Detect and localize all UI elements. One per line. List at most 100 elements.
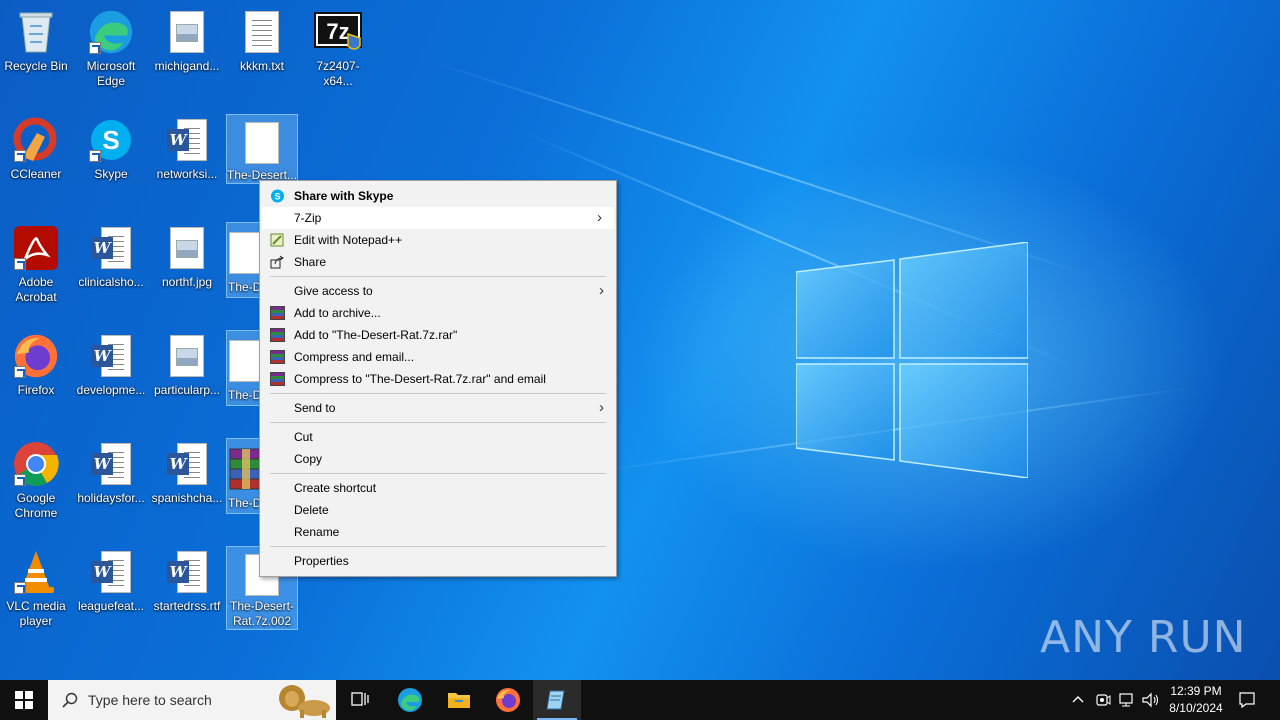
chevron-right-icon: ›	[597, 209, 602, 226]
desktop-icon-label: clinicalsho...	[78, 275, 144, 289]
menu-add-to-rar[interactable]: Add to "The-Desert-Rat.7z.rar"	[260, 324, 616, 346]
menu-label: Add to "The-Desert-Rat.7z.rar"	[294, 328, 458, 342]
taskbar-edge[interactable]	[386, 680, 434, 720]
shortcut-arrow-icon	[14, 474, 26, 486]
vlc-icon	[12, 548, 60, 596]
menu-create-shortcut[interactable]: Create shortcut	[260, 477, 616, 499]
menu-give-access[interactable]: Give access to ›	[260, 280, 616, 302]
desktop-icon-label: developme...	[76, 383, 146, 397]
lion-icon	[279, 685, 330, 718]
shortcut-arrow-icon	[14, 150, 26, 162]
menu-delete[interactable]: Delete	[260, 499, 616, 521]
svg-text:S: S	[102, 125, 119, 155]
blank-icon	[238, 121, 286, 165]
menu-7zip[interactable]: 7-Zip ›	[262, 207, 614, 229]
notepadpp-icon	[270, 233, 284, 247]
menu-label: Share with Skype	[294, 189, 394, 203]
desktop-icon-word[interactable]: Wspanishcha...	[151, 434, 223, 534]
desktop-icon-image[interactable]: northf.jpg	[151, 218, 223, 318]
menu-label: Compress to "The-Desert-Rat.7z.rar" and …	[294, 372, 546, 386]
menu-properties[interactable]: Properties	[260, 550, 616, 572]
desktop-icon-acrobat[interactable]: Adobe Acrobat	[0, 218, 72, 318]
menu-separator	[270, 473, 606, 474]
menu-compress-email[interactable]: Compress and email...	[260, 346, 616, 368]
share-icon	[270, 255, 284, 269]
desktop-icon-blank[interactable]: The-Desert...	[226, 114, 298, 184]
menu-label: Send to	[294, 401, 336, 415]
clock-time[interactable]: 12:39 PM	[1164, 684, 1228, 698]
desktop-icon-label: leaguefeat...	[77, 599, 145, 613]
desktop-icon-word[interactable]: Wholidaysfor...	[75, 434, 147, 534]
menu-share[interactable]: Share	[260, 251, 616, 273]
menu-share-with-skype[interactable]: S Share with Skype	[260, 185, 616, 207]
chevron-right-icon: ›	[599, 282, 604, 299]
desktop-icon-label: The-Desert-Rat.7z.002	[229, 599, 294, 628]
desktop-icon-word[interactable]: Wleaguefeat...	[75, 542, 147, 642]
desktop-icon-sevenzip[interactable]: 7z 7z2407-x64...	[302, 2, 374, 102]
recycle-icon	[12, 8, 60, 56]
desktop-icon-image[interactable]: particularp...	[151, 326, 223, 426]
desktop-icon-label: VLC media player	[6, 599, 66, 628]
menu-copy[interactable]: Copy	[260, 448, 616, 470]
taskbar-firefox[interactable]	[484, 680, 532, 720]
menu-separator	[270, 546, 606, 547]
menu-label: Copy	[294, 452, 323, 466]
desktop-icon-edge[interactable]: Microsoft Edge	[75, 2, 147, 102]
menu-edit-notepadpp[interactable]: Edit with Notepad++	[260, 229, 616, 251]
desktop-icon-chrome[interactable]: Google Chrome	[0, 434, 72, 534]
sevenzip-icon: 7z	[314, 8, 362, 56]
desktop-icon-label: michigand...	[154, 59, 220, 73]
menu-send-to[interactable]: Send to ›	[260, 397, 616, 419]
desktop-icon-word[interactable]: Wclinicalsho...	[75, 218, 147, 318]
svg-text:7z: 7z	[326, 19, 349, 44]
ccleaner-icon	[12, 116, 60, 164]
firefox-icon	[496, 688, 520, 712]
desktop-icon-recycle[interactable]: Recycle Bin	[0, 2, 72, 102]
menu-rename[interactable]: Rename	[260, 521, 616, 543]
desktop-icon-image[interactable]: michigand...	[151, 2, 223, 102]
desktop-icon-label: kkkm.txt	[240, 59, 284, 73]
image-icon	[163, 8, 211, 56]
task-view-icon	[351, 692, 369, 706]
start-button[interactable]	[0, 680, 48, 720]
folder-icon	[448, 693, 470, 708]
shortcut-arrow-icon	[89, 42, 101, 54]
menu-label: Add to archive...	[294, 306, 381, 320]
desktop-icon-firefox[interactable]: Firefox	[0, 326, 72, 426]
desktop-icon-label: holidaysfor...	[77, 491, 145, 505]
desktop-icon-word[interactable]: Wdevelopme...	[75, 326, 147, 426]
menu-label: Give access to	[294, 284, 373, 298]
menu-label: 7-Zip	[294, 211, 322, 225]
desktop-icon-word[interactable]: Wstartedrss.rtf	[151, 542, 223, 642]
taskbar-notepad[interactable]	[533, 680, 581, 720]
word-icon: W	[87, 440, 135, 488]
image-icon	[163, 224, 211, 272]
taskbar-search-box[interactable]: Type here to search	[48, 680, 336, 720]
word-icon: W	[163, 440, 211, 488]
menu-compress-to-rar-email[interactable]: Compress to "The-Desert-Rat.7z.rar" and …	[260, 368, 616, 390]
winrar-icon	[270, 372, 285, 386]
menu-cut[interactable]: Cut	[260, 426, 616, 448]
volume-icon[interactable]	[1142, 692, 1160, 708]
menu-label: Create shortcut	[294, 481, 377, 495]
meet-now-icon[interactable]	[1095, 692, 1111, 708]
shortcut-arrow-icon	[14, 258, 26, 270]
acrobat-icon	[12, 224, 60, 272]
desktop-icon-label: Google Chrome	[14, 491, 58, 520]
notifications-icon[interactable]	[1238, 691, 1256, 709]
menu-label: Edit with Notepad++	[294, 233, 403, 247]
network-icon[interactable]	[1118, 692, 1136, 708]
clock-date[interactable]: 8/10/2024	[1164, 701, 1228, 715]
chevron-up-icon[interactable]	[1071, 694, 1085, 704]
desktop-icon-label: startedrss.rtf	[153, 599, 221, 613]
desktop-icon-skype[interactable]: S Skype	[75, 110, 147, 210]
desktop-icon-ccleaner[interactable]: CCleaner	[0, 110, 72, 210]
task-view-button[interactable]	[336, 680, 384, 720]
desktop-icon-vlc[interactable]: VLC media player	[0, 542, 72, 642]
menu-add-to-archive[interactable]: Add to archive...	[260, 302, 616, 324]
word-icon: W	[87, 224, 135, 272]
desktop-icon-word[interactable]: Wnetworksi...	[151, 110, 223, 210]
taskbar-file-explorer[interactable]	[435, 680, 483, 720]
menu-separator	[270, 422, 606, 423]
desktop-icon-text[interactable]: kkkm.txt	[226, 2, 298, 102]
